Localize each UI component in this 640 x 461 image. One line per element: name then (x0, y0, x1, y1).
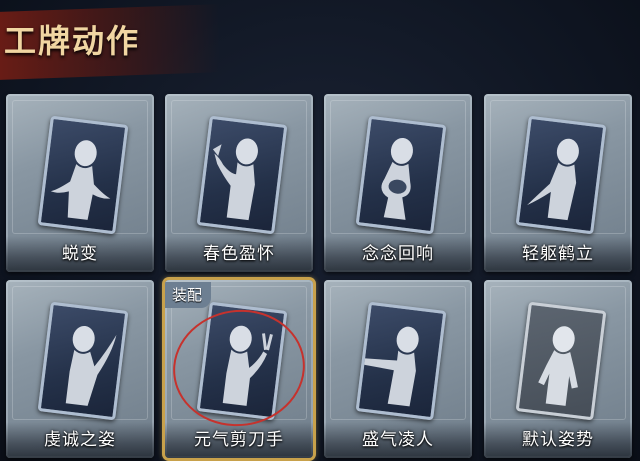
figure-silhouette-icon (65, 325, 117, 406)
figure-silhouette-icon (222, 325, 273, 406)
pose-card-8[interactable]: 默认姿势 (484, 280, 632, 458)
pose-portrait (37, 115, 129, 235)
pose-card-2[interactable]: 春色盈怀 (165, 94, 313, 272)
pose-portrait (515, 301, 607, 421)
pose-label: 轻躯鹤立 (522, 244, 594, 264)
pose-label: 虔诚之姿 (44, 430, 116, 450)
figure-silhouette-icon (381, 137, 413, 220)
pose-card-4[interactable]: 轻躯鹤立 (484, 94, 632, 272)
pose-label: 元气剪刀手 (194, 430, 284, 450)
equipped-badge: 装配 (165, 282, 211, 308)
pose-portrait (196, 115, 288, 235)
pose-card-7[interactable]: 盛气凌人 (324, 280, 472, 458)
figure-silhouette-icon (527, 138, 579, 221)
pose-card-6-selected[interactable]: 元气剪刀手 装配 (165, 280, 313, 458)
pose-label: 春色盈怀 (203, 244, 275, 264)
pose-card-3[interactable]: 念念回响 (324, 94, 472, 272)
pose-label: 盛气凌人 (362, 430, 434, 450)
pose-grid: 蜕变 春色盈怀 念念回响 轻躯鹤立 虔诚之姿 元气剪刀手 装配 盛气凌人 默认姿… (0, 0, 640, 461)
pose-label: 默认姿势 (522, 430, 594, 450)
pose-portrait (355, 301, 447, 421)
figure-silhouette-icon (360, 326, 419, 407)
pose-portrait (37, 301, 129, 421)
pose-card-5[interactable]: 虔诚之姿 (6, 280, 154, 458)
figure-silhouette-icon (538, 326, 578, 406)
pose-portrait (196, 301, 288, 421)
pose-portrait (355, 115, 447, 235)
pose-label: 念念回响 (362, 244, 434, 264)
pose-card-1[interactable]: 蜕变 (6, 94, 154, 272)
figure-silhouette-icon (50, 140, 111, 220)
pose-portrait (515, 115, 607, 235)
figure-silhouette-icon (212, 138, 258, 221)
pose-label: 蜕变 (62, 244, 98, 264)
